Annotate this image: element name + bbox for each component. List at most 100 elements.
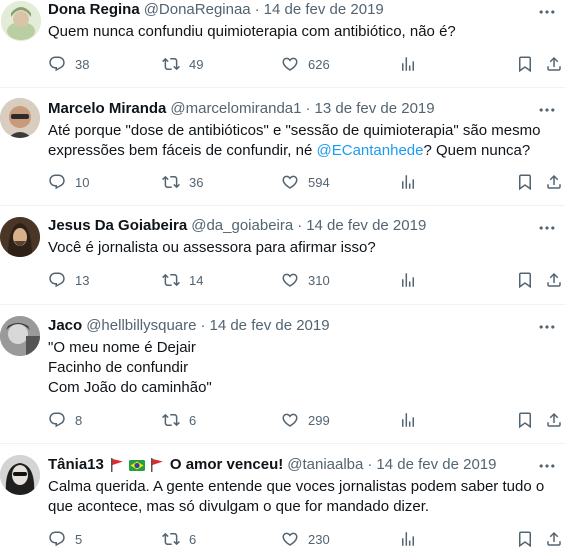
author-handle[interactable]: @marcelomiranda1 (170, 99, 301, 119)
retweet-button[interactable]: 14 (162, 271, 203, 289)
tweet-text-fragment: expressões bem fáceis de confundir, né (48, 142, 317, 159)
bookmark-button[interactable] (516, 173, 534, 191)
tweet-text: Você é jornalista ou assessora para afir… (48, 238, 557, 258)
retweet-count: 6 (189, 531, 197, 547)
tweet-text-line: Com João do caminhão" (48, 379, 212, 396)
tweet-date[interactable]: 14 de fev de 2019 (306, 216, 426, 236)
views-icon (399, 530, 417, 548)
separator-dot: · (200, 317, 206, 334)
views-icon (399, 173, 417, 191)
share-button[interactable] (545, 271, 563, 289)
author-name[interactable]: Tânia13 (48, 455, 104, 475)
retweet-count: 36 (189, 174, 204, 190)
reply-button[interactable]: 8 (48, 411, 82, 429)
tweet-date[interactable]: 13 de fev de 2019 (315, 99, 435, 119)
share-button[interactable] (545, 411, 563, 429)
bookmark-icon (516, 55, 534, 73)
timeline-feed: Dona Regina @DonaReginaa · 14 de fev de … (0, 0, 565, 552)
tweet-actions: 13 14 310 (48, 271, 565, 291)
mention-link[interactable]: @ECantanhede (317, 142, 424, 159)
more-icon[interactable] (537, 456, 557, 476)
author-name[interactable]: Marcelo Miranda (48, 99, 166, 119)
views-icon (399, 411, 417, 429)
avatar[interactable] (0, 316, 40, 356)
share-icon (545, 411, 563, 429)
avatar[interactable] (0, 455, 40, 495)
like-button[interactable]: 230 (281, 530, 330, 548)
like-button[interactable]: 594 (281, 173, 330, 191)
like-button[interactable]: 299 (281, 411, 330, 429)
views-button[interactable] (399, 55, 417, 73)
tweet[interactable]: Dona Regina @DonaReginaa · 14 de fev de … (0, 0, 565, 88)
like-button[interactable]: 626 (281, 55, 330, 73)
reply-button[interactable]: 38 (48, 55, 89, 73)
author-name[interactable]: Dona Regina (48, 0, 140, 20)
tweet-text-line: Até porque "dose de antibióticos" e "ses… (48, 122, 541, 139)
more-icon[interactable] (537, 218, 557, 238)
tweet-actions: 5 6 230 (48, 530, 565, 550)
reply-button[interactable]: 10 (48, 173, 89, 191)
tweet[interactable]: Jaco @hellbillysquare · 14 de fev de 201… (0, 305, 565, 444)
avatar[interactable] (0, 98, 40, 138)
bookmark-icon (516, 271, 534, 289)
like-icon (281, 271, 299, 289)
more-icon[interactable] (537, 317, 557, 337)
reply-count: 8 (75, 412, 83, 428)
tweet-text-line: Calma querida. A gente entende que voces… (48, 478, 545, 495)
separator-dot: · (367, 456, 373, 473)
bookmark-button[interactable] (516, 530, 534, 548)
more-icon[interactable] (537, 100, 557, 120)
reply-icon (48, 411, 66, 429)
tweet-text: Calma querida. A gente entende que voces… (48, 477, 557, 517)
tweet-text: Quem nunca confundiu quimioterapia com a… (48, 22, 557, 42)
retweet-button[interactable]: 6 (162, 530, 196, 548)
author-handle[interactable]: @taniaalba (287, 455, 363, 475)
tweet-actions: 8 6 299 (48, 411, 565, 431)
separator-dot: · (297, 217, 303, 234)
tweet-text-line: que acontece, mas só divulgam o que for … (48, 498, 430, 515)
reply-count: 5 (75, 531, 83, 547)
separator-dot: · (305, 100, 311, 117)
avatar[interactable] (0, 217, 40, 257)
bookmark-button[interactable] (516, 271, 534, 289)
tweet[interactable]: Jesus Da Goiabeira @da_goiabeira · 14 de… (0, 206, 565, 305)
name-emoji-group (109, 457, 165, 473)
author-handle[interactable]: @hellbillysquare (86, 316, 196, 336)
share-button[interactable] (545, 173, 563, 191)
more-icon[interactable] (537, 2, 557, 22)
views-button[interactable] (399, 530, 417, 548)
like-count: 299 (308, 412, 330, 428)
tweet-date[interactable]: 14 de fev de 2019 (376, 455, 496, 475)
red-flag-icon (150, 458, 163, 472)
retweet-count: 6 (189, 412, 197, 428)
views-button[interactable] (399, 173, 417, 191)
tweet[interactable]: Marcelo Miranda @marcelomiranda1 · 13 de… (0, 88, 565, 206)
bookmark-icon (516, 411, 534, 429)
retweet-icon (162, 411, 180, 429)
retweet-icon (162, 271, 180, 289)
bookmark-button[interactable] (516, 411, 534, 429)
retweet-button[interactable]: 6 (162, 411, 196, 429)
views-button[interactable] (399, 271, 417, 289)
tweet-date[interactable]: 14 de fev de 2019 (209, 316, 329, 336)
views-icon (399, 55, 417, 73)
tweet-date[interactable]: 14 de fev de 2019 (264, 0, 384, 20)
reply-button[interactable]: 13 (48, 271, 89, 289)
like-icon (281, 55, 299, 73)
bookmark-button[interactable] (516, 55, 534, 73)
author-handle[interactable]: @DonaReginaa (144, 0, 251, 20)
like-button[interactable]: 310 (281, 271, 330, 289)
tweet-text: Até porque "dose de antibióticos" e "ses… (48, 121, 557, 161)
author-handle[interactable]: @da_goiabeira (191, 216, 293, 236)
author-name[interactable]: Jesus Da Goiabeira (48, 216, 187, 236)
avatar[interactable] (1, 1, 41, 41)
retweet-button[interactable]: 36 (162, 173, 203, 191)
views-button[interactable] (399, 411, 417, 429)
reply-button[interactable]: 5 (48, 530, 82, 548)
share-button[interactable] (545, 55, 563, 73)
author-name[interactable]: Jaco (48, 316, 82, 336)
share-button[interactable] (545, 530, 563, 548)
tweet[interactable]: Tânia13 O amor venceu! @taniaalba · 14 d… (0, 444, 565, 552)
retweet-button[interactable]: 49 (162, 55, 203, 73)
author-name-suffix[interactable]: O amor venceu! (170, 455, 283, 475)
